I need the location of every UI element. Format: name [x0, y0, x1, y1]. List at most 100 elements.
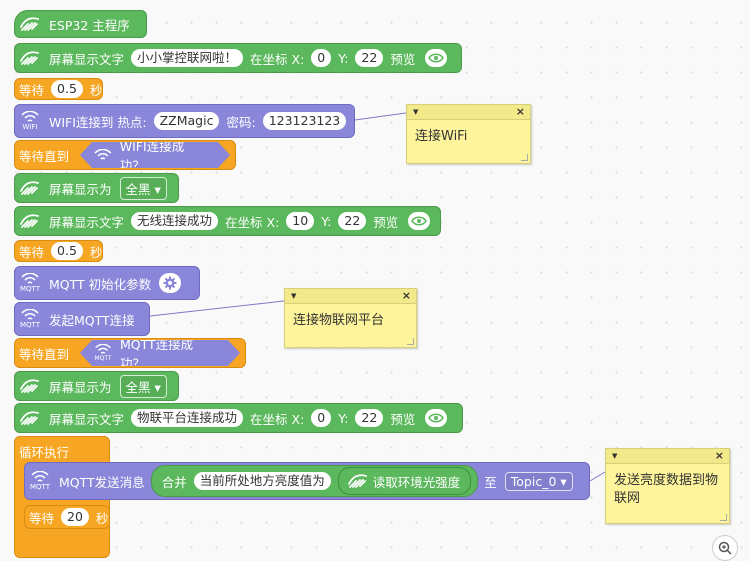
y-input[interactable]: 22	[338, 212, 367, 230]
display-text-block-3[interactable]: 屏幕显示文字 物联平台连接成功 在坐标 X: 0 Y: 22 预览	[14, 403, 463, 433]
close-icon[interactable]: ×	[715, 449, 724, 462]
display-dropdown[interactable]: 全黑 ▾	[119, 176, 167, 200]
comment-iot[interactable]: ▼ × 连接物联网平台	[284, 288, 417, 348]
merge-text-input[interactable]: 当前所处地方亮度值为	[193, 472, 331, 490]
display-label: 屏幕显示为	[49, 379, 112, 395]
coord-label: 在坐标 X:	[250, 411, 305, 427]
comment-wifi[interactable]: ▼ × 连接WiFi	[406, 104, 531, 164]
sensor-block[interactable]: 读取环境光强度	[337, 467, 472, 495]
to-label: 至	[484, 474, 497, 490]
wait-until-label: 等待直到	[19, 148, 70, 164]
wait-until-label: 等待直到	[19, 346, 70, 362]
wait-block-1[interactable]: 等待 0.5 秒	[14, 78, 103, 100]
eye-icon[interactable]	[425, 409, 448, 427]
mqtt-icon-label: MQTT	[20, 285, 40, 293]
hand-icon	[15, 175, 45, 201]
hand-icon	[15, 208, 45, 234]
coord-label: 在坐标 X:	[250, 51, 305, 67]
close-icon[interactable]: ×	[516, 105, 525, 118]
comment-header[interactable]: ▼ ×	[606, 449, 729, 464]
wait-unit: 秒	[95, 510, 109, 526]
wait-unit: 秒	[89, 244, 103, 260]
mqtt-connected-condition[interactable]: MQTT MQTT连接成功？	[80, 340, 240, 366]
hand-icon	[15, 11, 45, 37]
block-label: 屏幕显示文字	[49, 51, 125, 67]
wifi-icon: MQTT	[94, 344, 112, 362]
comment-text[interactable]: 发送亮度数据到物联网	[606, 464, 729, 516]
text-input[interactable]: 小小掌控联网啦！	[131, 49, 244, 67]
hand-icon	[15, 45, 45, 71]
screen-display-block-2[interactable]: 屏幕显示为 全黑 ▾	[14, 371, 179, 401]
x-input[interactable]: 0	[311, 49, 332, 67]
screen-display-block-1[interactable]: 屏幕显示为 全黑 ▾	[14, 173, 179, 203]
wifi-connected-condition[interactable]: WIFI连接成功？	[80, 142, 230, 168]
resize-handle[interactable]	[407, 338, 414, 345]
mqtt-send-block[interactable]: MQTT MQTT发送消息 合并 当前所处地方亮度值为 读取环境光强度 至 To…	[24, 462, 590, 500]
mqtt-init-block[interactable]: MQTT MQTT 初始化参数	[14, 266, 200, 300]
wait-input[interactable]: 0.5	[51, 80, 83, 98]
mqtt-icon-label: MQTT	[94, 355, 112, 362]
display-label: 屏幕显示为	[49, 181, 112, 197]
wifi-connect-block[interactable]: WIFI WIFI连接到 热点: ZZMagic 密码: 123123123	[14, 104, 355, 138]
mqtt-connect-block[interactable]: MQTT 发起MQTT连接	[14, 302, 150, 336]
eye-icon[interactable]	[425, 49, 448, 67]
hand-icon	[15, 405, 45, 431]
wifi-label: WIFI连接到 热点:	[49, 114, 147, 130]
wait-label: 等待	[19, 244, 45, 260]
dropdown-value: 全黑	[125, 181, 151, 197]
close-icon[interactable]: ×	[402, 289, 411, 302]
merge-label: 合并	[161, 474, 187, 490]
wait-block-3[interactable]: 等待 20 秒	[24, 505, 110, 529]
preview-label: 预览	[390, 411, 416, 427]
collapse-icon[interactable]: ▼	[291, 292, 296, 300]
y-input[interactable]: 22	[355, 409, 384, 427]
sensor-label: 读取环境光强度	[372, 474, 461, 490]
resize-handle[interactable]	[521, 154, 528, 161]
wifi-icon-label: WIFI	[22, 123, 38, 131]
wifi-icon	[94, 149, 112, 161]
wait-input[interactable]: 20	[61, 508, 89, 526]
display-text-block-2[interactable]: 屏幕显示文字 无线连接成功 在坐标 X: 10 Y: 22 预览	[14, 206, 441, 236]
comment-text[interactable]: 连接物联网平台	[285, 304, 416, 338]
y-label: Y:	[338, 50, 349, 66]
comment-header[interactable]: ▼ ×	[407, 105, 530, 120]
collapse-icon[interactable]: ▼	[612, 452, 617, 460]
resize-handle[interactable]	[720, 514, 727, 521]
wait-block-2[interactable]: 等待 0.5 秒	[14, 240, 103, 262]
display-text-block-1[interactable]: 屏幕显示文字 小小掌控联网啦！ 在坐标 X: 0 Y: 22 预览	[14, 43, 462, 73]
ssid-input[interactable]: ZZMagic	[153, 112, 220, 130]
collapse-icon[interactable]: ▼	[413, 108, 418, 116]
text-input[interactable]: 无线连接成功	[131, 212, 219, 230]
pwd-label: 密码:	[226, 114, 256, 130]
wait-unit: 秒	[89, 82, 103, 98]
topic-dropdown[interactable]: Topic_0 ▾	[504, 471, 573, 491]
wifi-icon: MQTT	[15, 306, 45, 332]
mqtt-init-label: MQTT 初始化参数	[49, 276, 152, 292]
preview-label: 预览	[390, 51, 416, 67]
eye-icon[interactable]	[408, 212, 431, 230]
block-label: 屏幕显示文字	[49, 214, 125, 230]
display-dropdown[interactable]: 全黑 ▾	[119, 374, 167, 398]
wait-label: 等待	[19, 82, 45, 98]
hand-icon	[343, 468, 373, 494]
comment-send[interactable]: ▼ × 发送亮度数据到物联网	[605, 448, 730, 524]
zoom-in-button[interactable]	[712, 535, 738, 561]
main-hat-block[interactable]: ESP32 主程序	[14, 10, 147, 38]
topic-value: Topic_0	[510, 473, 557, 489]
x-input[interactable]: 0	[311, 409, 332, 427]
pwd-input[interactable]: 123123123	[262, 112, 347, 130]
gear-icon[interactable]	[159, 273, 182, 293]
zoom-in-icon	[718, 541, 732, 555]
wifi-icon: MQTT	[15, 270, 45, 296]
x-input[interactable]: 10	[286, 212, 315, 230]
text-input[interactable]: 物联平台连接成功	[131, 409, 244, 427]
preview-label: 预览	[373, 214, 399, 230]
merge-block[interactable]: 合并 当前所处地方亮度值为 读取环境光强度	[150, 465, 479, 497]
comment-text[interactable]: 连接WiFi	[407, 120, 530, 154]
block-label: 屏幕显示文字	[49, 411, 125, 427]
comment-header[interactable]: ▼ ×	[285, 289, 416, 304]
wait-input[interactable]: 0.5	[51, 242, 83, 260]
y-input[interactable]: 22	[355, 49, 384, 67]
mqtt-send-label: MQTT发送消息	[59, 474, 145, 490]
dropdown-value: 全黑	[125, 379, 151, 395]
